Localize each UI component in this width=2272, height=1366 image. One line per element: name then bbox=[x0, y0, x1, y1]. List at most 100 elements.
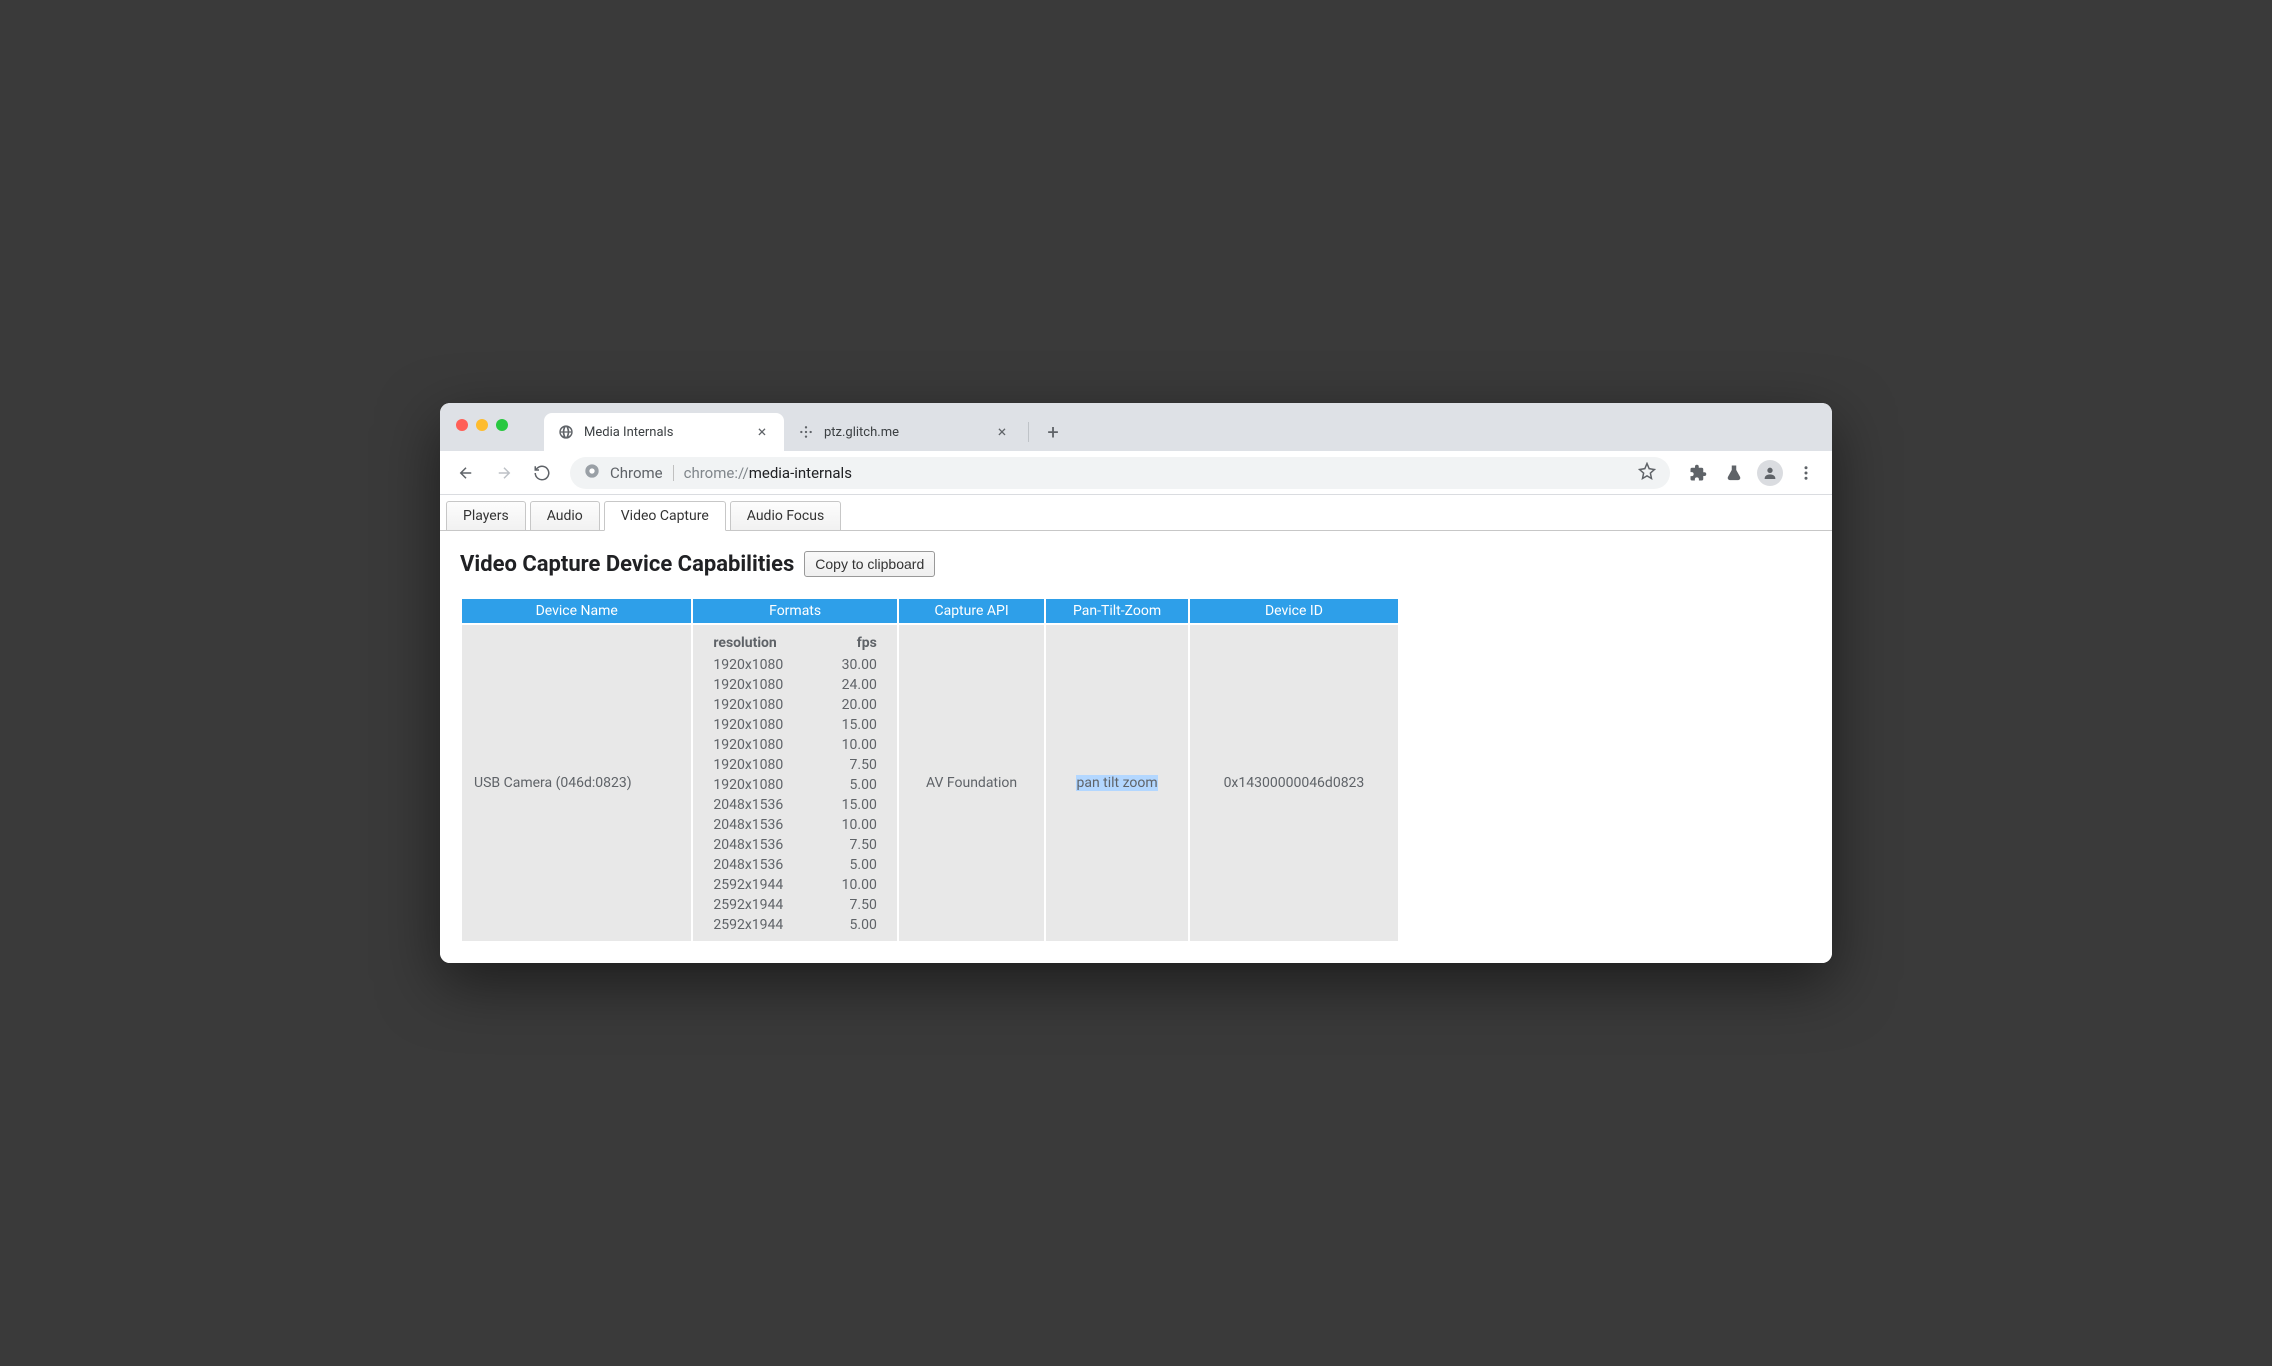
format-fps: 15.00 bbox=[818, 795, 885, 815]
format-row: 2048x153610.00 bbox=[705, 815, 884, 835]
col-ptz[interactable]: Pan-Tilt-Zoom bbox=[1046, 599, 1188, 623]
table-row: USB Camera (046d:0823) resolution fps 19… bbox=[462, 625, 1398, 941]
window-controls bbox=[456, 419, 508, 431]
browser-window: Media Internals × ptz.glitch.me × + bbox=[440, 403, 1832, 963]
maximize-window-button[interactable] bbox=[496, 419, 508, 431]
format-row: 1920x108015.00 bbox=[705, 715, 884, 735]
tab-title: ptz.glitch.me bbox=[824, 425, 984, 440]
format-row: 2048x15365.00 bbox=[705, 855, 884, 875]
format-fps: 5.00 bbox=[818, 855, 885, 875]
cell-device-id: 0x14300000046d0823 bbox=[1190, 625, 1398, 941]
browser-tab-ptz[interactable]: ptz.glitch.me × bbox=[784, 413, 1024, 451]
omnibox-divider bbox=[673, 465, 674, 481]
format-resolution: 1920x1080 bbox=[705, 675, 817, 695]
format-row: 1920x108024.00 bbox=[705, 675, 884, 695]
address-bar[interactable]: Chrome chrome://media-internals bbox=[570, 457, 1670, 489]
format-resolution: 2592x1944 bbox=[705, 915, 817, 935]
formats-col-resolution: resolution bbox=[705, 631, 817, 655]
col-formats[interactable]: Formats bbox=[693, 599, 896, 623]
origin-label: Chrome bbox=[610, 464, 663, 482]
page-tab-players[interactable]: Players bbox=[446, 501, 526, 531]
page-heading: Video Capture Device Capabilities bbox=[460, 552, 794, 577]
capabilities-table: Device Name Formats Capture API Pan-Tilt… bbox=[460, 597, 1400, 943]
close-tab-icon[interactable]: × bbox=[994, 424, 1010, 440]
format-fps: 7.50 bbox=[818, 755, 885, 775]
extensions-icon[interactable] bbox=[1682, 457, 1714, 489]
heading-row: Video Capture Device Capabilities Copy t… bbox=[460, 551, 1812, 577]
toolbar-actions bbox=[1682, 457, 1822, 489]
page-tab-video-capture[interactable]: Video Capture bbox=[604, 501, 726, 531]
format-resolution: 2592x1944 bbox=[705, 875, 817, 895]
browser-toolbar: Chrome chrome://media-internals bbox=[440, 451, 1832, 495]
site-icon bbox=[798, 424, 814, 440]
format-resolution: 2592x1944 bbox=[705, 895, 817, 915]
format-row: 2048x153615.00 bbox=[705, 795, 884, 815]
cell-ptz: pan tilt zoom bbox=[1046, 625, 1188, 941]
format-fps: 20.00 bbox=[818, 695, 885, 715]
format-row: 2592x194410.00 bbox=[705, 875, 884, 895]
format-fps: 5.00 bbox=[818, 775, 885, 795]
content-area: Video Capture Device Capabilities Copy t… bbox=[440, 531, 1832, 963]
format-row: 2592x19445.00 bbox=[705, 915, 884, 935]
close-window-button[interactable] bbox=[456, 419, 468, 431]
format-row: 2048x15367.50 bbox=[705, 835, 884, 855]
cell-capture-api: AV Foundation bbox=[899, 625, 1044, 941]
format-fps: 10.00 bbox=[818, 735, 885, 755]
back-button[interactable] bbox=[450, 457, 482, 489]
format-resolution: 1920x1080 bbox=[705, 735, 817, 755]
url-text: chrome://media-internals bbox=[684, 464, 852, 482]
col-capture-api[interactable]: Capture API bbox=[899, 599, 1044, 623]
chrome-origin-icon bbox=[584, 463, 600, 483]
format-resolution: 2048x1536 bbox=[705, 855, 817, 875]
formats-col-fps: fps bbox=[818, 631, 885, 655]
format-resolution: 2048x1536 bbox=[705, 815, 817, 835]
format-row: 2592x19447.50 bbox=[705, 895, 884, 915]
cell-formats: resolution fps 1920x108030.001920x108024… bbox=[693, 625, 896, 941]
globe-icon bbox=[558, 424, 574, 440]
format-fps: 24.00 bbox=[818, 675, 885, 695]
format-fps: 7.50 bbox=[818, 835, 885, 855]
minimize-window-button[interactable] bbox=[476, 419, 488, 431]
format-resolution: 1920x1080 bbox=[705, 695, 817, 715]
format-row: 1920x108030.00 bbox=[705, 655, 884, 675]
format-row: 1920x10805.00 bbox=[705, 775, 884, 795]
close-tab-icon[interactable]: × bbox=[754, 424, 770, 440]
format-row: 1920x108010.00 bbox=[705, 735, 884, 755]
page-tab-audio[interactable]: Audio bbox=[530, 501, 600, 531]
format-fps: 7.50 bbox=[818, 895, 885, 915]
copy-to-clipboard-button[interactable]: Copy to clipboard bbox=[804, 551, 935, 577]
format-row: 1920x10807.50 bbox=[705, 755, 884, 775]
format-resolution: 2048x1536 bbox=[705, 795, 817, 815]
ptz-value: pan tilt zoom bbox=[1076, 775, 1157, 791]
page-tab-audio-focus[interactable]: Audio Focus bbox=[730, 501, 841, 531]
tab-title: Media Internals bbox=[584, 425, 744, 440]
format-row: 1920x108020.00 bbox=[705, 695, 884, 715]
format-fps: 30.00 bbox=[818, 655, 885, 675]
tab-separator bbox=[1028, 422, 1029, 442]
format-resolution: 1920x1080 bbox=[705, 715, 817, 735]
forward-button[interactable] bbox=[488, 457, 520, 489]
format-fps: 10.00 bbox=[818, 875, 885, 895]
browser-tabs: Media Internals × ptz.glitch.me × + bbox=[544, 403, 1067, 451]
page-content: Players Audio Video Capture Audio Focus … bbox=[440, 495, 1832, 963]
formats-table: resolution fps 1920x108030.001920x108024… bbox=[705, 631, 884, 935]
table-header-row: Device Name Formats Capture API Pan-Tilt… bbox=[462, 599, 1398, 623]
labs-icon[interactable] bbox=[1718, 457, 1750, 489]
reload-button[interactable] bbox=[526, 457, 558, 489]
browser-tab-media-internals[interactable]: Media Internals × bbox=[544, 413, 784, 451]
format-resolution: 2048x1536 bbox=[705, 835, 817, 855]
new-tab-button[interactable]: + bbox=[1039, 418, 1067, 446]
format-resolution: 1920x1080 bbox=[705, 775, 817, 795]
col-device-name[interactable]: Device Name bbox=[462, 599, 691, 623]
format-resolution: 1920x1080 bbox=[705, 655, 817, 675]
profile-avatar[interactable] bbox=[1754, 457, 1786, 489]
bookmark-star-icon[interactable] bbox=[1638, 462, 1656, 484]
col-device-id[interactable]: Device ID bbox=[1190, 599, 1398, 623]
menu-icon[interactable] bbox=[1790, 457, 1822, 489]
format-fps: 10.00 bbox=[818, 815, 885, 835]
format-fps: 5.00 bbox=[818, 915, 885, 935]
page-tabs: Players Audio Video Capture Audio Focus bbox=[440, 495, 1832, 531]
format-resolution: 1920x1080 bbox=[705, 755, 817, 775]
format-fps: 15.00 bbox=[818, 715, 885, 735]
cell-device-name: USB Camera (046d:0823) bbox=[462, 625, 691, 941]
